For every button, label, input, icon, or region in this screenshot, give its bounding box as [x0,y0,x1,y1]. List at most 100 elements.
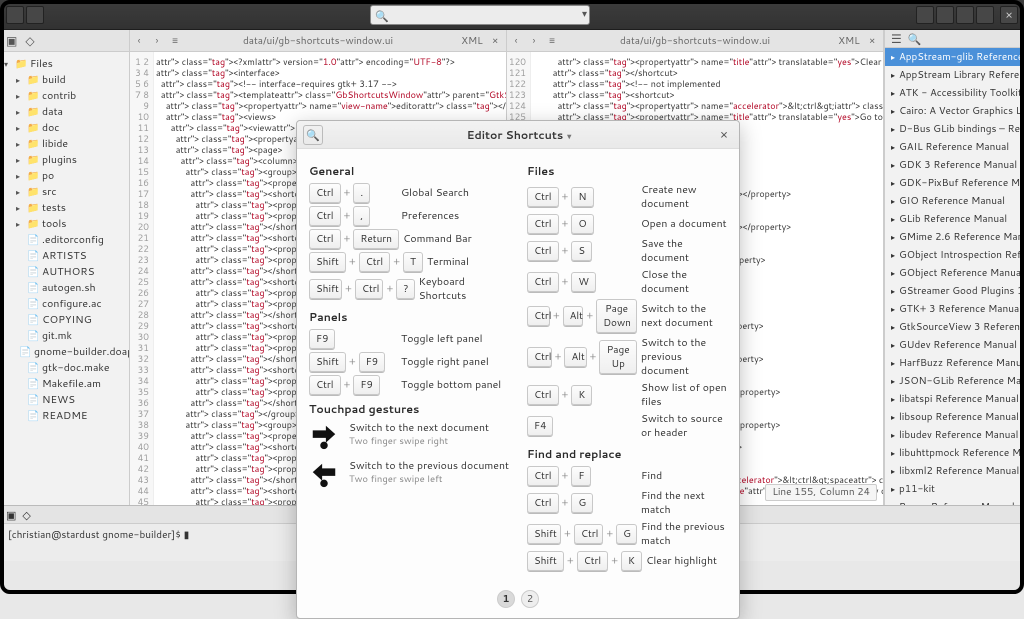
key-cap: K [621,551,642,571]
shortcut-desc: Terminal [427,255,469,269]
shortcut-desc: Open a document [641,217,727,231]
shortcut-desc: Switch to the next document [641,302,727,330]
key-cap: Return [353,229,399,249]
shortcut-desc: Find [641,469,662,483]
shortcut-row: F9 Toggle left panel [309,329,509,349]
key-cap: Ctrl [527,187,559,207]
shortcut-row: Shift+Ctrl+GFind the previous match [527,520,727,548]
key-cap: Ctrl [527,214,559,234]
shortcut-row: Shift+Ctrl+KClear highlight [527,551,727,571]
key-cap: Ctrl [355,279,384,299]
key-cap: K [571,385,592,405]
shortcut-desc: Close the document [641,268,727,296]
section-title: Panels [309,309,509,325]
key-cap: Ctrl [309,183,341,203]
dialog-search-button[interactable]: 🔍 [303,125,323,145]
shortcut-row: Ctrl+Alt+Page DownSwitch to the next doc… [527,299,727,333]
shortcut-desc: Toggle bottom panel [401,378,501,392]
key-cap: Shift [309,279,342,299]
shortcut-desc: Keyboard Shortcuts [419,275,509,303]
key-cap: S [571,241,592,261]
key-cap: Ctrl [577,551,609,571]
section-title: Touchpad gestures [309,401,509,417]
key-cap: . [353,183,370,203]
section-title: General [309,163,509,179]
key-cap: Alt [563,306,584,326]
key-cap: Ctrl [309,375,341,395]
shortcut-desc: Switch to source or header [641,412,727,440]
key-cap: G [616,524,637,544]
key-cap: Page Down [596,299,637,333]
shortcut-desc: Save the document [641,237,727,265]
shortcut-row: Ctrl+WClose the document [527,268,727,296]
key-cap: Ctrl [527,385,559,405]
key-cap: G [571,493,593,513]
section-title: Find and replace [527,446,727,462]
key-cap: Ctrl [527,347,552,367]
shortcut-desc: Switch to the previous document [641,336,727,378]
gesture-row: Switch to the next documentTwo finger sw… [309,421,509,455]
key-cap: Ctrl [309,229,341,249]
pager-dot[interactable]: 2 [521,590,539,608]
shortcut-desc: Create new document [641,183,727,211]
shortcut-desc: Toggle left panel [401,332,483,346]
shortcut-desc: Find the next match [641,489,727,517]
key-cap: F4 [527,416,553,436]
shortcut-row: Ctrl+.Global Search [309,183,509,203]
key-cap: F [571,466,591,486]
key-cap: Shift [527,524,561,544]
shortcut-row: Ctrl+Alt+Page UpSwitch to the previous d… [527,336,727,378]
shortcut-row: Ctrl+OOpen a document [527,214,727,234]
key-cap: Ctrl [527,306,550,326]
chevron-down-icon[interactable]: ▾ [567,130,571,142]
key-cap: O [571,214,593,234]
shortcut-desc: Command Bar [403,232,472,246]
key-cap: ? [396,279,414,299]
dialog-pager: 12 [297,584,739,618]
key-cap: W [571,272,596,292]
key-cap: Page Up [599,340,637,374]
key-cap: Shift [309,352,346,372]
key-cap: Ctrl [359,252,391,272]
shortcut-row: Shift+F9Toggle right panel [309,352,509,372]
key-cap: F9 [359,352,385,372]
key-cap: Ctrl [527,493,559,513]
shortcut-row: Ctrl+KShow list of open files [527,381,727,409]
shortcut-row: Shift+Ctrl+TTerminal [309,252,509,272]
key-cap: Ctrl [527,466,559,486]
shortcut-row: Ctrl+NCreate new document [527,183,727,211]
shortcut-row: Ctrl+SSave the document [527,237,727,265]
shortcut-row: Ctrl+ReturnCommand Bar [309,229,509,249]
section-title: Files [527,163,727,179]
dialog-title: Editor Shortcuts▾ [323,127,715,143]
shortcut-desc: Global Search [401,186,469,200]
shortcut-desc: Clear highlight [646,554,717,568]
shortcut-row: F4 Switch to source or header [527,412,727,440]
shortcut-row: Ctrl+GFind the next match [527,489,727,517]
key-cap: F9 [309,329,335,349]
key-cap: N [571,187,593,207]
pager-dot[interactable]: 1 [497,590,515,608]
key-cap: Ctrl [527,241,559,261]
key-cap: Ctrl [574,524,603,544]
key-cap: , [353,206,370,226]
key-cap: Shift [527,551,564,571]
shortcut-row: Shift+Ctrl+?Keyboard Shortcuts [309,275,509,303]
shortcut-row: Ctrl+,Preferences [309,206,509,226]
shortcut-desc: Show list of open files [641,381,727,409]
key-cap: T [403,252,423,272]
key-cap: Ctrl [309,206,341,226]
shortcut-desc: Toggle right panel [401,355,489,369]
swipe-gesture-icon [309,459,339,493]
dialog-close-button[interactable]: × [715,126,733,144]
swipe-gesture-icon [309,421,339,455]
shortcut-desc: Find the previous match [641,520,727,548]
key-cap: F9 [353,375,379,395]
shortcut-row: Ctrl+F9Toggle bottom panel [309,375,509,395]
key-cap: Alt [564,347,586,367]
shortcut-desc: Preferences [401,209,459,223]
gesture-row: Switch to the previous documentTwo finge… [309,459,509,493]
key-cap: Shift [309,252,346,272]
shortcuts-dialog: 🔍 Editor Shortcuts▾ × GeneralCtrl+.Globa… [296,120,740,619]
shortcut-row: Ctrl+FFind [527,466,727,486]
